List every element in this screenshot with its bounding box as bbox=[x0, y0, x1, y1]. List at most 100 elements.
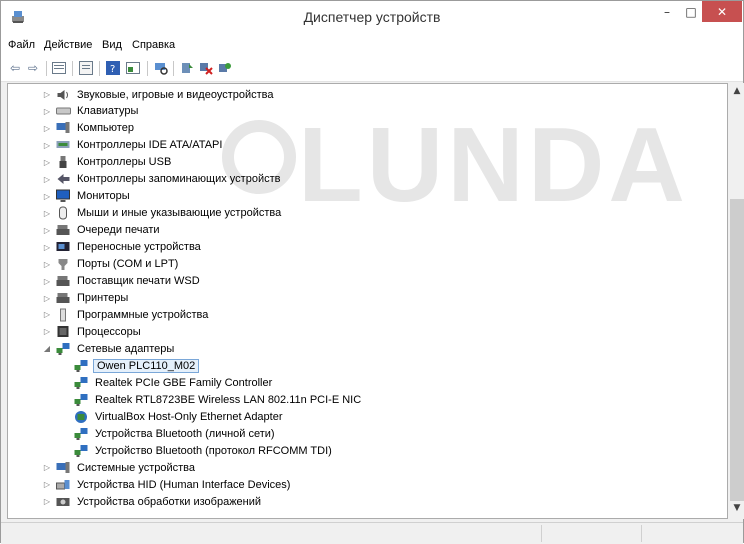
portable-device-icon bbox=[55, 240, 71, 254]
tree-device[interactable]: Owen PLC110_M02 bbox=[60, 357, 200, 374]
tree-category[interactable]: ▷ Поставщик печати WSD bbox=[42, 273, 202, 290]
tree-category[interactable]: ▷ Принтеры bbox=[42, 290, 130, 307]
menu-help[interactable]: Справка bbox=[132, 39, 175, 51]
tree-item-label: Звуковые, игровые и видеоустройства bbox=[77, 88, 274, 101]
tree-item-label: Контроллеры запоминающих устройств bbox=[77, 173, 281, 186]
collapsed-arrow-icon[interactable]: ▷ bbox=[42, 124, 52, 133]
menu-action[interactable]: Действие bbox=[44, 39, 92, 51]
minimize-button[interactable]: – bbox=[656, 1, 678, 22]
network-adapter-icon bbox=[73, 359, 89, 373]
tree-item-label: Realtek RTL8723BE Wireless LAN 802.11n P… bbox=[95, 393, 362, 406]
menu-file[interactable]: Файл bbox=[8, 39, 35, 51]
collapsed-arrow-icon[interactable]: ▷ bbox=[42, 327, 52, 336]
ide-controller-icon bbox=[55, 138, 71, 152]
device-tree[interactable]: LUNDA ▷ Звуковые, игровые и видеоустройст… bbox=[7, 83, 728, 519]
scan-hardware-icon[interactable] bbox=[153, 60, 169, 76]
tree-category[interactable]: ▷ Переносные устройства bbox=[42, 239, 203, 256]
collapsed-arrow-icon[interactable]: ▷ bbox=[42, 243, 52, 252]
collapsed-arrow-icon[interactable]: ▷ bbox=[42, 277, 52, 286]
tree-item-label: Порты (COM и LPT) bbox=[77, 258, 179, 271]
tree-item-label: Owen PLC110_M02 bbox=[93, 358, 200, 373]
hid-icon bbox=[55, 478, 71, 492]
expanded-arrow-icon[interactable]: ◢ bbox=[42, 344, 52, 353]
tree-category[interactable]: ▷ Системные устройства bbox=[42, 459, 197, 476]
tree-device[interactable]: Устройство Bluetooth (протокол RFCOMM TD… bbox=[60, 442, 334, 459]
tree-item-label: Устройства обработки изображений bbox=[77, 495, 262, 508]
collapsed-arrow-icon[interactable]: ▷ bbox=[42, 463, 52, 472]
tree-category[interactable]: ▷ Звуковые, игровые и видеоустройства bbox=[42, 86, 276, 103]
mouse-icon bbox=[55, 206, 71, 220]
tree-category[interactable]: ▷ Очереди печати bbox=[42, 222, 162, 239]
update-driver-icon[interactable] bbox=[179, 60, 195, 76]
uninstall-icon[interactable] bbox=[217, 60, 233, 76]
device-manager-window: Диспетчер устройств – □ ✕ Файл Действие … bbox=[0, 0, 744, 544]
tree-category[interactable]: ▷ Порты (COM и LPT) bbox=[42, 256, 180, 273]
title-bar[interactable]: Диспетчер устройств – □ ✕ bbox=[1, 1, 743, 35]
collapsed-arrow-icon[interactable]: ▷ bbox=[42, 294, 52, 303]
tree-item-label: Контроллеры USB bbox=[77, 156, 172, 169]
scrollbar-thumb[interactable] bbox=[730, 199, 744, 501]
scroll-down-icon[interactable]: ▼ bbox=[730, 503, 744, 517]
collapsed-arrow-icon[interactable]: ▷ bbox=[42, 497, 52, 506]
tree-item-label: Устройства HID (Human Interface Devices) bbox=[77, 478, 291, 491]
imaging-device-icon bbox=[55, 495, 71, 509]
tree-category[interactable]: ▷ Контроллеры IDE ATA/ATAPI bbox=[42, 137, 224, 154]
speaker-icon bbox=[55, 88, 71, 102]
menu-view[interactable]: Вид bbox=[102, 39, 122, 51]
tree-category[interactable]: ▷ Компьютер bbox=[42, 120, 136, 137]
window-title: Диспетчер устройств bbox=[303, 9, 441, 25]
processor-icon bbox=[55, 325, 71, 339]
usb-icon bbox=[55, 155, 71, 169]
tree-item-label: Клавиатуры bbox=[77, 105, 139, 118]
tree-device[interactable]: Realtek PCIe GBE Family Controller bbox=[60, 374, 274, 391]
scroll-up-icon[interactable]: ▲ bbox=[730, 86, 744, 100]
maximize-button[interactable]: □ bbox=[680, 1, 702, 22]
collapsed-arrow-icon[interactable]: ▷ bbox=[42, 209, 52, 218]
network-adapter-icon bbox=[73, 427, 89, 441]
collapsed-arrow-icon[interactable]: ▷ bbox=[42, 260, 52, 269]
tree-category[interactable]: ▷ Процессоры bbox=[42, 323, 143, 340]
collapsed-arrow-icon[interactable]: ▷ bbox=[42, 141, 52, 150]
tree-category[interactable]: ▷ Устройства обработки изображений bbox=[42, 493, 263, 510]
tree-category[interactable]: ▷ Мыши и иные указывающие устройства bbox=[42, 205, 283, 222]
tree-category[interactable]: ▷ Программные устройства bbox=[42, 306, 210, 323]
show-hidden-icon[interactable] bbox=[125, 60, 141, 76]
tree-item-label: Сетевые адаптеры bbox=[77, 342, 175, 355]
tree-category[interactable]: ◢ Сетевые адаптеры bbox=[42, 340, 176, 357]
tree-category[interactable]: ▷ Устройства HID (Human Interface Devices… bbox=[42, 476, 292, 493]
tree-item-label: VirtualBox Host-Only Ethernet Adapter bbox=[95, 410, 283, 423]
tree-device[interactable]: Устройства Bluetooth (личной сети) bbox=[60, 425, 277, 442]
collapsed-arrow-icon[interactable]: ▷ bbox=[42, 107, 52, 116]
tree-category[interactable]: ▷ Контроллеры USB bbox=[42, 154, 173, 171]
tree-device[interactable]: Realtek RTL8723BE Wireless LAN 802.11n P… bbox=[60, 391, 363, 408]
network-adapter-icon bbox=[73, 444, 89, 458]
tree-item-label: Программные устройства bbox=[77, 308, 209, 321]
collapsed-arrow-icon[interactable]: ▷ bbox=[42, 90, 52, 99]
back-icon[interactable]: ⇦ bbox=[7, 60, 23, 76]
help-icon[interactable]: ? bbox=[105, 60, 121, 76]
menu-bar: Файл Действие Вид Справка bbox=[1, 35, 743, 55]
tree-item-label: Мониторы bbox=[77, 190, 130, 203]
tree-category[interactable]: ▷ Клавиатуры bbox=[42, 103, 140, 120]
collapsed-arrow-icon[interactable]: ▷ bbox=[42, 310, 52, 319]
watermark: LUNDA bbox=[298, 106, 689, 224]
toolbar: ⇦ ⇨ ? bbox=[1, 55, 743, 82]
collapsed-arrow-icon[interactable]: ▷ bbox=[42, 226, 52, 235]
system-device-icon bbox=[55, 461, 71, 475]
port-icon bbox=[55, 257, 71, 271]
collapsed-arrow-icon[interactable]: ▷ bbox=[42, 480, 52, 489]
collapsed-arrow-icon[interactable]: ▷ bbox=[42, 192, 52, 201]
forward-icon[interactable]: ⇨ bbox=[25, 60, 41, 76]
tree-category[interactable]: ▷ Мониторы bbox=[42, 188, 132, 205]
collapsed-arrow-icon[interactable]: ▷ bbox=[42, 158, 52, 167]
tree-device[interactable]: VirtualBox Host-Only Ethernet Adapter bbox=[60, 408, 285, 425]
svg-text:?: ? bbox=[110, 64, 115, 75]
disable-device-icon[interactable] bbox=[198, 60, 214, 76]
tree-item-label: Системные устройства bbox=[77, 461, 196, 474]
properties-icon[interactable] bbox=[78, 60, 94, 76]
collapsed-arrow-icon[interactable]: ▷ bbox=[42, 175, 52, 184]
wsd-printer-icon bbox=[55, 274, 71, 288]
tree-view-icon[interactable] bbox=[51, 60, 67, 76]
tree-category[interactable]: ▷ Контроллеры запоминающих устройств bbox=[42, 171, 282, 188]
close-button[interactable]: ✕ bbox=[702, 1, 742, 22]
